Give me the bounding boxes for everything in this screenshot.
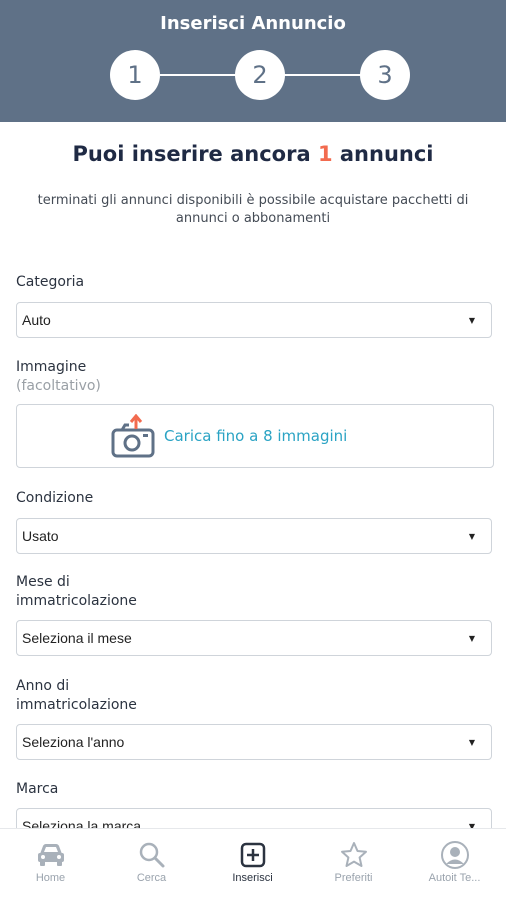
month-label-line1: Mese di [16,574,70,590]
year-label: Anno di immatricolazione [16,677,137,715]
brand-label: Marca [16,781,59,797]
upload-text: Carica fino a 8 immagini [164,427,348,445]
year-label-line1: Anno di [16,678,70,694]
page-title: Inserisci Annuncio [160,13,346,34]
remaining-ads-heading: Puoi inserire ancora 1 annunci [0,142,506,166]
tab-search[interactable]: Cerca [101,829,202,900]
image-label-text: Immagine [16,359,87,375]
month-label: Mese di immatricolazione [16,573,137,611]
bottom-tab-bar: Home Cerca Inserisci Preferiti Autoit Te… [0,828,506,900]
image-optional-text: (facoltativo) [16,378,101,394]
user-icon [438,839,472,871]
tab-home-label: Home [35,872,66,884]
camera-upload-icon [111,414,155,458]
condition-value: Usato [22,528,59,544]
step-3: 3 [360,50,410,100]
quota-prefix: Puoi inserire ancora [72,142,311,166]
brand-select[interactable]: Seleziona la marca ▼ [16,808,492,828]
category-label: Categoria [16,274,85,290]
step-1: 1 [110,50,160,100]
step-connector [160,74,236,76]
caret-down-icon: ▼ [468,532,475,541]
step-connector [284,74,362,76]
tab-insert-label: Inserisci [232,872,273,884]
quota-count: 1 [317,142,333,166]
tab-account-label: Autoit Te... [428,872,481,884]
step-indicator: 1 2 3 [0,50,506,100]
image-upload-area[interactable]: Carica fino a 8 immagini [16,404,494,468]
month-select[interactable]: Seleziona il mese ▼ [16,620,492,656]
quota-suffix: annunci [339,142,434,166]
condition-select[interactable]: Usato ▼ [16,518,492,554]
tab-search-label: Cerca [136,872,167,884]
tab-account[interactable]: Autoit Te... [404,829,505,900]
tab-home[interactable]: Home [0,829,101,900]
condition-label: Condizione [16,490,94,506]
caret-down-icon: ▼ [468,316,475,325]
search-icon [135,839,169,871]
brand-value: Seleziona la marca [22,818,142,828]
tab-insert[interactable]: Inserisci [202,829,303,900]
form-content: Puoi inserire ancora 1 annunci terminati… [0,122,506,828]
year-select[interactable]: Seleziona l'anno ▼ [16,724,492,760]
month-value: Seleziona il mese [22,630,132,646]
category-select[interactable]: Auto ▼ [16,302,492,338]
year-label-line2: immatricolazione [16,697,137,713]
image-label: Immagine (facoltativo) [16,358,101,396]
step-2: 2 [235,50,285,100]
tab-favorites[interactable]: Preferiti [303,829,404,900]
caret-down-icon: ▼ [468,634,475,643]
header-bar: Inserisci Annuncio 1 2 3 [0,0,506,122]
tab-favorites-label: Preferiti [334,872,373,884]
caret-down-icon: ▼ [468,738,475,747]
add-square-icon [236,839,270,871]
month-label-line2: immatricolazione [16,593,137,609]
packages-note: terminati gli annunci disponibili è poss… [37,193,469,226]
star-icon [337,839,371,871]
car-icon [34,839,68,871]
year-value: Seleziona l'anno [22,734,125,750]
category-value: Auto [22,312,51,328]
